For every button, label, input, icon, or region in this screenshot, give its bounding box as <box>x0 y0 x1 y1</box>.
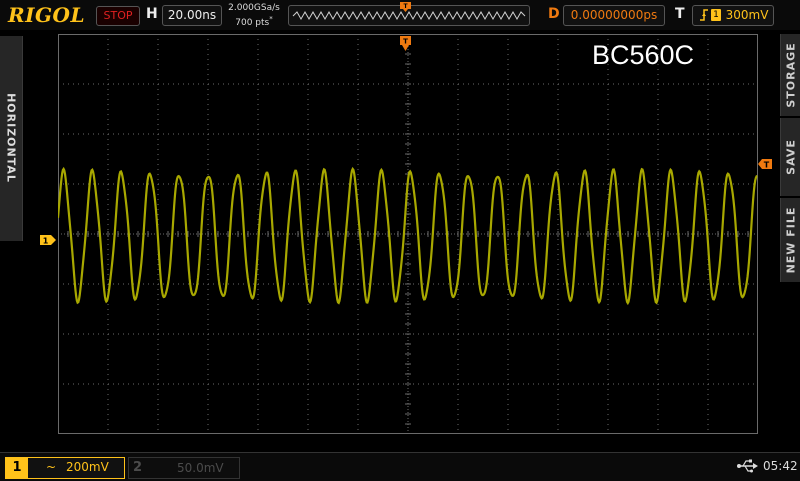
menu-storage-label: STORAGE <box>784 42 798 108</box>
top-status-bar: RIGOL STOP H 20.00ns 2.000GSa/s 700 pts*… <box>0 0 800 30</box>
ch2-number: 2 <box>133 460 143 475</box>
trigger-source: 1 <box>711 9 721 21</box>
ch1-scale: 200mV <box>66 460 109 474</box>
clock: 05:42 <box>763 459 798 473</box>
trigger-level: 300mV <box>725 8 769 22</box>
ch1-marker-label: 1 <box>43 237 49 246</box>
bottom-status-bar: 1 ~ 200mV 2 50.0mV 05:42 <box>0 452 800 481</box>
trigger-level-icon: T <box>758 159 772 170</box>
memory-depth: 700 pts* <box>235 15 273 28</box>
menu-storage[interactable]: STORAGE <box>780 34 800 116</box>
sample-rate: 2.000GSa/s <box>228 3 280 13</box>
waveform-label: BC560C <box>592 40 695 70</box>
usb-icon <box>737 459 758 473</box>
ch1-number: 1 <box>6 458 28 478</box>
trigger-position-icon: T <box>400 2 411 12</box>
trigger-edge-rising-icon <box>700 9 708 21</box>
trigger-position-marker: T <box>400 36 411 51</box>
timebase-value[interactable]: 20.00ns <box>162 5 222 26</box>
ch2-scale: 50.0mV <box>177 461 224 475</box>
delay-label: D <box>548 6 560 22</box>
ch1-channel-button[interactable]: 1 ~ 200mV <box>5 457 125 479</box>
menu-save-label: SAVE <box>784 139 798 175</box>
acquisition-info: 2.000GSa/s 700 pts* <box>226 3 282 29</box>
horizontal-tab[interactable]: HORIZONTAL <box>0 36 23 241</box>
ch1-coupling: ~ <box>46 460 57 474</box>
trigger-setting[interactable]: 1 300mV <box>692 5 774 26</box>
right-softkey-menu: STORAGE SAVE NEW FILE <box>780 34 800 282</box>
delay-value[interactable]: 0.00000000ps <box>563 5 665 26</box>
trigger-label: T <box>675 6 685 22</box>
ch1-offset-icon: 1 <box>40 235 56 246</box>
horizontal-label: H <box>146 6 158 22</box>
waveform-grid <box>58 34 758 434</box>
memory-depth-marker: * <box>269 15 273 23</box>
trigger-level-marker-label: T <box>764 161 770 170</box>
menu-save[interactable]: SAVE <box>780 118 800 196</box>
ch2-channel-button[interactable]: 2 50.0mV <box>128 457 240 479</box>
trigger-position-marker-label: T <box>403 38 408 46</box>
menu-new-file[interactable]: NEW FILE <box>780 198 800 282</box>
brand-logo: RIGOL <box>8 3 86 27</box>
run-stop-status[interactable]: STOP <box>96 6 140 26</box>
menu-new-file-label: NEW FILE <box>784 206 798 274</box>
horizontal-tab-label: HORIZONTAL <box>4 93 18 183</box>
